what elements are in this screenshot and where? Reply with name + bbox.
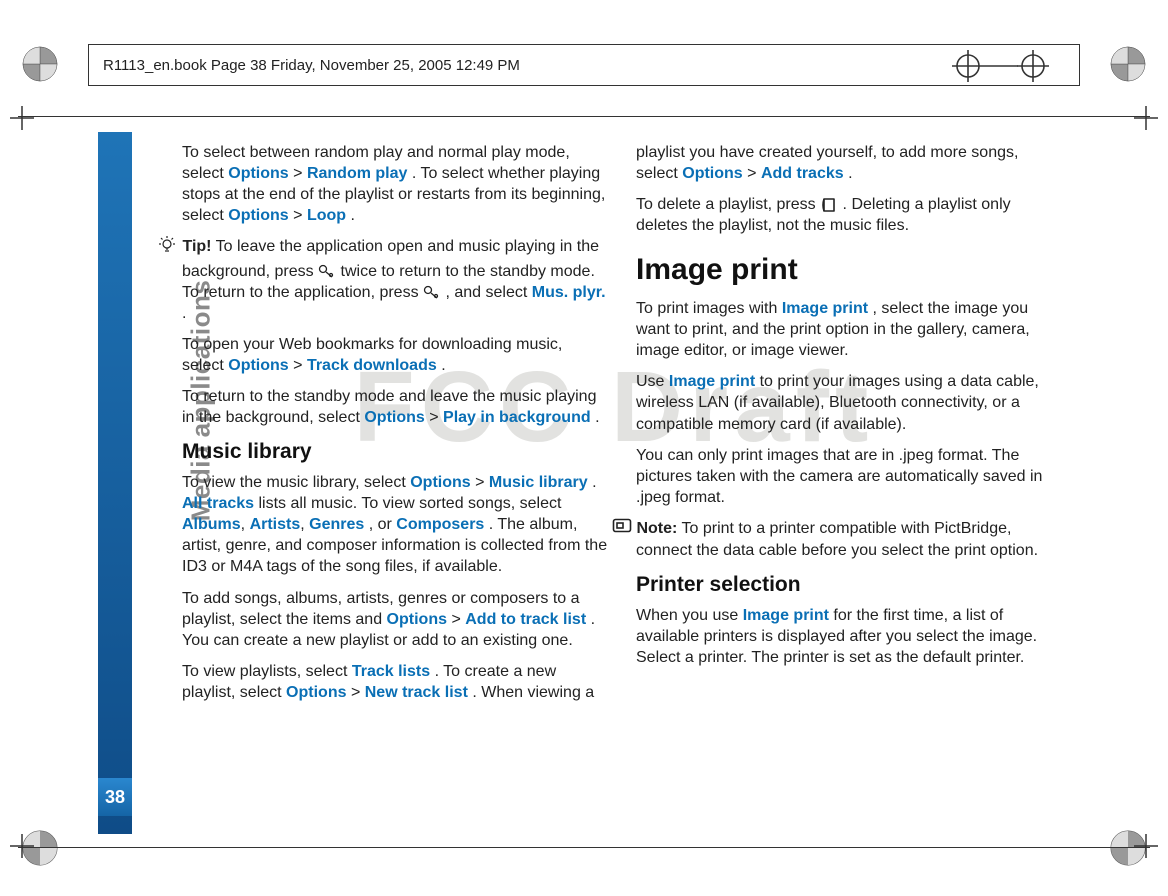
albums-label: Albums xyxy=(182,516,241,533)
crop-tee-icon xyxy=(10,834,34,858)
body-columns: To select between random play and normal… xyxy=(182,142,1062,782)
options-label: Options xyxy=(228,357,288,374)
crop-tee-icon xyxy=(1134,834,1158,858)
menu-key-icon xyxy=(423,285,441,299)
para-random-loop: To select between random play and normal… xyxy=(182,142,608,226)
para-play-in-background: To return to the standby mode and leave … xyxy=(182,386,608,428)
options-label: Options xyxy=(228,165,288,182)
note-block: Note: To print to a printer compatible w… xyxy=(636,518,1062,561)
all-tracks-label: All tracks xyxy=(182,495,254,512)
para-add-tracks: playlist you have created yourself, to a… xyxy=(636,142,1062,184)
register-crosses-icon xyxy=(948,46,1058,86)
options-label: Options xyxy=(286,684,346,701)
running-head-text: R1113_en.book Page 38 Friday, November 2… xyxy=(103,57,520,74)
para-track-downloads: To open your Web bookmarks for downloadi… xyxy=(182,334,608,376)
genres-label: Genres xyxy=(309,516,364,533)
para-delete-playlist: To delete a playlist, press . Deleting a… xyxy=(636,194,1062,236)
options-label: Options xyxy=(364,409,424,426)
para-image-print-intro: To print images with Image print , selec… xyxy=(636,298,1062,361)
column-left: To select between random play and normal… xyxy=(182,142,608,782)
music-library-label: Music library xyxy=(489,474,588,491)
print-mark-top-right xyxy=(1110,46,1146,82)
clear-key-icon xyxy=(820,197,838,213)
track-lists-label: Track lists xyxy=(352,663,430,680)
page-number: 38 xyxy=(105,787,125,808)
page-number-box: 38 xyxy=(98,778,132,816)
note-label: Note: xyxy=(636,520,677,537)
add-tracks-label: Add tracks xyxy=(761,165,844,182)
menu-key-icon xyxy=(318,264,336,278)
para-printer-selection: When you use Image print for the first t… xyxy=(636,605,1062,668)
print-mark-top-left xyxy=(22,46,58,82)
tip-label: Tip! xyxy=(182,238,211,255)
play-in-background-label: Play in background xyxy=(443,409,591,426)
crop-rule-top xyxy=(18,116,1150,117)
para-image-print-use: Use Image print to print your images usi… xyxy=(636,371,1062,434)
image-print-label: Image print xyxy=(782,300,868,317)
tip-block: Tip! To leave the application open and m… xyxy=(182,236,608,323)
artists-label: Artists xyxy=(250,516,301,533)
loop-label: Loop xyxy=(307,207,346,224)
options-label: Options xyxy=(410,474,470,491)
options-label: Options xyxy=(682,165,742,182)
crop-tee-icon xyxy=(10,106,34,130)
image-print-label: Image print xyxy=(669,373,755,390)
crop-rule-bottom xyxy=(18,847,1150,848)
heading-image-print: Image print xyxy=(636,250,1062,290)
new-track-list-label: New track list xyxy=(365,684,468,701)
column-right: playlist you have created yourself, to a… xyxy=(636,142,1062,782)
heading-printer-selection: Printer selection xyxy=(636,571,1062,599)
random-play-label: Random play xyxy=(307,165,407,182)
running-head-box: R1113_en.book Page 38 Friday, November 2… xyxy=(88,44,1080,86)
options-label: Options xyxy=(387,611,447,628)
sidebar-blue-strip xyxy=(98,132,132,834)
heading-music-library: Music library xyxy=(182,438,608,466)
para-library-open: To view the music library, select Option… xyxy=(182,472,608,578)
image-print-label: Image print xyxy=(743,607,829,624)
para-tracklists: To view playlists, select Track lists . … xyxy=(182,661,608,703)
note-icon xyxy=(612,518,632,540)
mus-plyr-label: Mus. plyr. xyxy=(532,284,606,301)
lightbulb-tip-icon xyxy=(158,236,178,260)
track-downloads-label: Track downloads xyxy=(307,357,437,374)
para-jpeg-only: You can only print images that are in .j… xyxy=(636,445,1062,508)
para-add-to-tracklist: To add songs, albums, artists, genres or… xyxy=(182,588,608,651)
crop-tee-icon xyxy=(1134,106,1158,130)
composers-label: Composers xyxy=(396,516,484,533)
options-label: Options xyxy=(228,207,288,224)
add-to-track-list-label: Add to track list xyxy=(465,611,586,628)
